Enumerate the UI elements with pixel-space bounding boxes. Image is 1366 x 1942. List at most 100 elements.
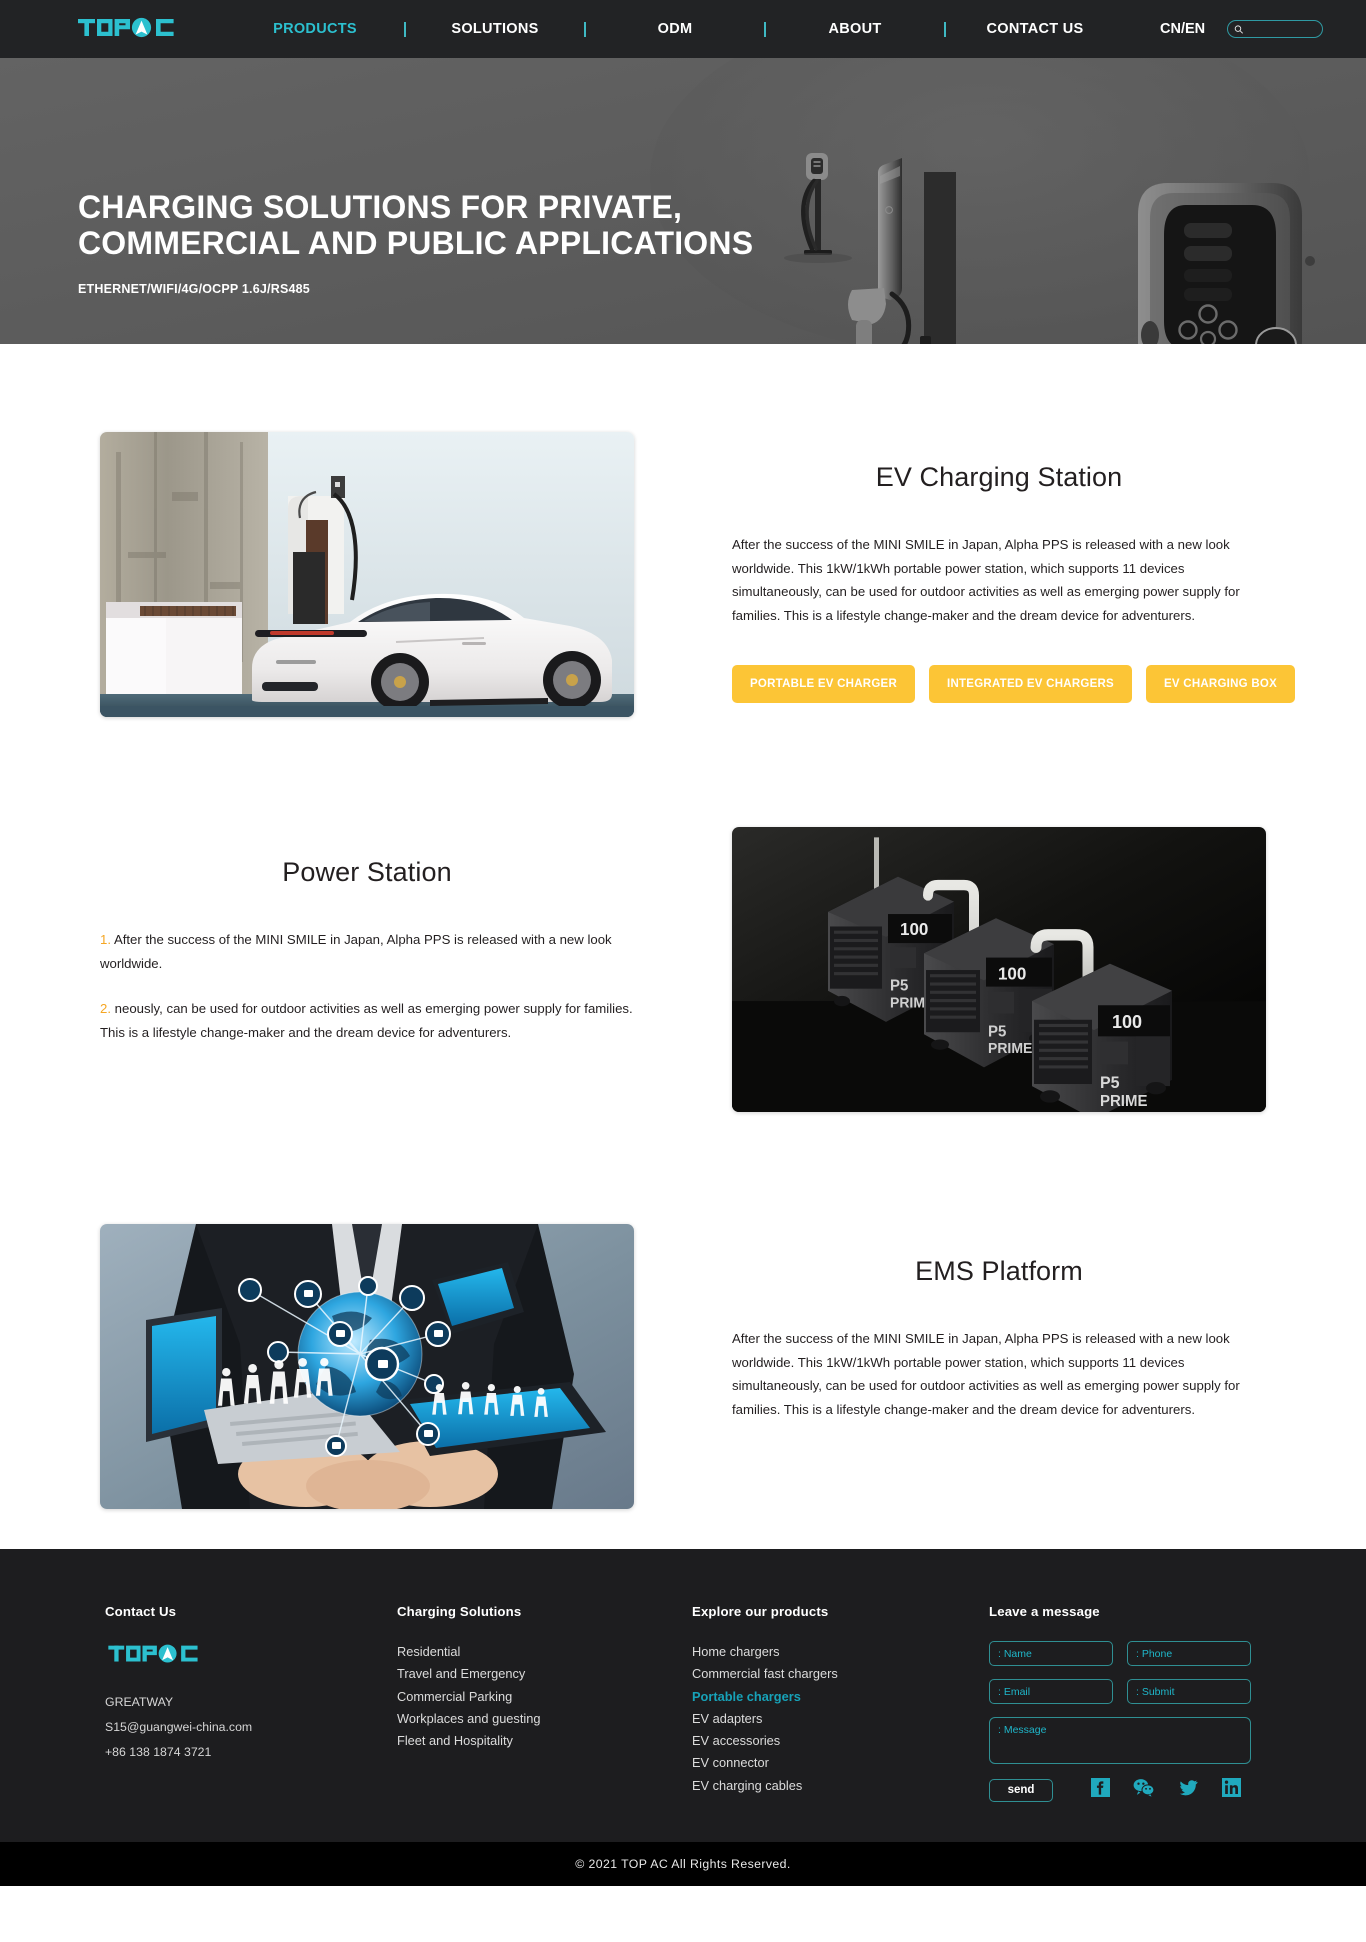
nav-item-solutions[interactable]: SOLUTIONS [451,21,538,37]
section-ev-charging-station: EV Charging Station After the success of… [0,432,1366,717]
name-field[interactable] [989,1641,1113,1666]
message-form-row-2 [989,1679,1259,1704]
topac-logo-mark [78,17,174,38]
paragraph-text: neously, can be used for outdoor activit… [100,1001,633,1040]
section-body-ev-charging-station: After the success of the MINI SMILE in J… [732,533,1266,627]
language-switcher[interactable]: CN/EN [1160,21,1205,37]
footer-products-heading: Explore our products [692,1604,829,1619]
svg-text:P5: P5 [988,1023,1007,1040]
footer-contact-column: Contact Us GREATWAY S15@guangwei-china.c… [105,1604,397,1802]
hero-subtitle: ETHERNET/WIFI/4G/OCPP 1.6J/RS485 [78,281,310,296]
section-body-power-station: 1. After the success of the MINI SMILE i… [100,928,634,1044]
send-button[interactable]: send [989,1778,1053,1802]
search-input[interactable] [1243,23,1317,35]
footer-link-commercial-fast-chargers[interactable]: Commercial fast chargers [692,1663,989,1685]
section-power-station: Power Station 1. After the success of th… [0,827,1366,1112]
linkedin-icon [1222,1778,1241,1797]
section-paragraph: 1. After the success of the MINI SMILE i… [100,928,634,975]
ev-charging-station-copy: EV Charging Station After the success of… [732,432,1295,703]
footer-link-travel-and-emergency[interactable]: Travel and Emergency [397,1663,692,1685]
footer-link-ev-connector[interactable]: EV connector [692,1752,989,1774]
integrated-ev-chargers-button[interactable]: INTEGRATED EV CHARGERS [929,665,1132,703]
hero-banner: CHARGING SOLUTIONS FOR PRIVATE, COMMERCI… [0,58,1366,344]
hero-title: CHARGING SOLUTIONS FOR PRIVATE, COMMERCI… [78,189,754,261]
footer-link-commercial-parking[interactable]: Commercial Parking [397,1686,692,1708]
message-field[interactable] [989,1717,1251,1764]
ev-charging-station-buttons: PORTABLE EV CHARGER INTEGRATED EV CHARGE… [732,665,1295,703]
ev-car-charging-illustration [100,432,634,717]
footer-products-column: Explore our products Home chargers Comme… [692,1604,989,1802]
section-paragraph: After the success of the MINI SMILE in J… [732,537,1240,623]
nav-item-contact-us[interactable]: CONTACT US [987,21,1084,37]
footer-actions: send [989,1778,1259,1802]
power-station-copy: Power Station 1. After the success of th… [100,827,634,1044]
search-box[interactable] [1227,20,1324,38]
ems-platform-image [100,1224,634,1509]
site-header: PRODUCTS SOLUTIONS ODM ABOUT CONTACT US … [0,0,1366,58]
email-field[interactable] [989,1679,1113,1704]
paragraph-text: After the success of the MINI SMILE in J… [100,932,612,971]
message-form-row-1 [989,1641,1259,1666]
nav-item-about[interactable]: ABOUT [828,21,881,37]
ev-charging-station-image [100,432,634,717]
facebook-link[interactable] [1091,1778,1110,1802]
submit-field[interactable] [1127,1679,1251,1704]
main-content: EV Charging Station After the success of… [0,432,1366,1549]
wechat-icon [1133,1779,1155,1797]
copyright-text: © 2021 TOP AC All Rights Reserved. [575,1857,791,1871]
site-logo[interactable] [78,12,178,46]
twitter-link[interactable] [1178,1778,1199,1802]
footer-link-residential[interactable]: Residential [397,1641,692,1663]
svg-text:PRIME: PRIME [1100,1093,1147,1110]
wechat-link[interactable] [1133,1778,1155,1802]
portable-power-stations-illustration: 100 P5 PRIME 100 P5 PRIME 100 P5 PRIME [732,827,1266,1112]
site-footer: Contact Us GREATWAY S15@guangwei-china.c… [0,1549,1366,1842]
section-title-ems-platform: EMS Platform [915,1256,1083,1286]
paragraph-number: 2. [100,1001,111,1016]
footer-message-column: Leave a message send [989,1604,1259,1802]
footer-link-portable-chargers[interactable]: Portable chargers [692,1686,989,1708]
footer-link-workplaces-and-guesting[interactable]: Workplaces and guesting [397,1708,692,1730]
footer-phone[interactable]: +86 138 1874 3721 [105,1740,397,1765]
footer-message-heading: Leave a message [989,1604,1100,1619]
phone-field[interactable] [1127,1641,1251,1666]
ems-network-illustration [100,1224,634,1509]
section-title-ev-charging-station: EV Charging Station [875,462,1123,492]
footer-contact-heading: Contact Us [105,1604,177,1619]
copyright-bar: © 2021 TOP AC All Rights Reserved. [0,1842,1366,1886]
footer-email[interactable]: S15@guangwei-china.com [105,1715,397,1740]
linkedin-link[interactable] [1222,1778,1241,1802]
ev-charging-box-button[interactable]: EV CHARGING BOX [1145,665,1295,703]
nav-item-products[interactable]: PRODUCTS [273,21,357,37]
footer-link-fleet-and-hospitality[interactable]: Fleet and Hospitality [397,1730,692,1752]
footer-link-home-chargers[interactable]: Home chargers [692,1641,989,1663]
footer-link-ev-charging-cables[interactable]: EV charging cables [692,1775,989,1797]
svg-text:P5: P5 [890,978,909,995]
main-navigation: PRODUCTS SOLUTIONS ODM ABOUT CONTACT US … [226,20,1366,38]
section-body-ems-platform: After the success of the MINI SMILE in J… [732,1327,1266,1421]
svg-text:100: 100 [900,918,928,938]
svg-text:PRIME: PRIME [988,1041,1032,1057]
nav-item-odm[interactable]: ODM [658,21,693,37]
svg-text:100: 100 [998,963,1026,983]
twitter-icon [1179,1780,1198,1796]
social-links [1091,1778,1241,1802]
footer-solutions-heading: Charging Solutions [397,1604,522,1619]
search-icon [1234,24,1244,34]
portable-ev-charger-button[interactable]: PORTABLE EV CHARGER [732,665,916,703]
paragraph-number: 1. [100,932,111,947]
footer-link-ev-adapters[interactable]: EV adapters [692,1708,989,1730]
section-ems-platform: EMS Platform After the success of the MI… [0,1224,1366,1509]
footer-logo[interactable] [105,1641,397,1674]
section-title-power-station: Power Station [282,857,452,887]
svg-text:P5: P5 [1100,1074,1120,1092]
hero-copy: CHARGING SOLUTIONS FOR PRIVATE, COMMERCI… [78,189,808,296]
footer-link-ev-accessories[interactable]: EV accessories [692,1730,989,1752]
section-paragraph: After the success of the MINI SMILE in J… [732,1331,1240,1417]
section-paragraph: 2. neously, can be used for outdoor acti… [100,997,634,1044]
svg-text:100: 100 [1112,1011,1142,1032]
topac-logo-mark [108,1644,198,1663]
footer-company-name: GREATWAY [105,1695,174,1709]
facebook-icon [1091,1778,1110,1797]
ems-platform-copy: EMS Platform After the success of the MI… [732,1224,1266,1421]
